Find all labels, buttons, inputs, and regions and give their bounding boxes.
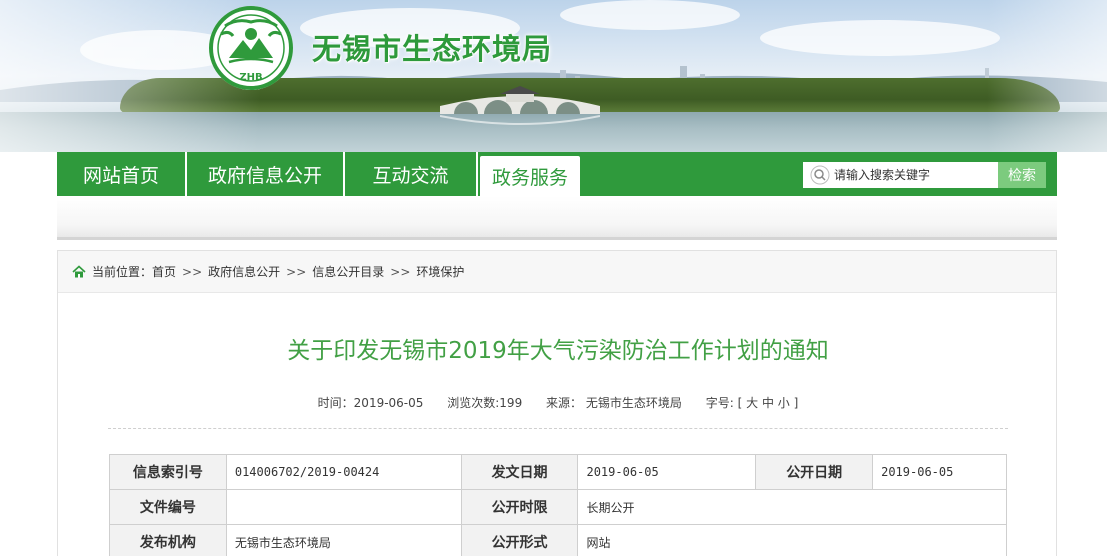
table-label: 公开时限: [460, 489, 579, 525]
info-table: 信息索引号 014006702/2019-00424 发文日期 2019-06-…: [109, 454, 1007, 556]
table-label: 文件编号: [109, 489, 227, 525]
nav-item-services[interactable]: 政务服务: [480, 156, 580, 196]
content-panel: 当前位置： 首页 >> 政府信息公开 >> 信息公开目录 >> 环境保护 关于印…: [57, 250, 1057, 556]
header-banner: [0, 0, 1107, 152]
breadcrumb-link-home[interactable]: 首页: [152, 263, 176, 280]
table-row: 文件编号 公开时限 长期公开: [109, 489, 1007, 525]
search-button[interactable]: 检索: [998, 162, 1046, 188]
table-value: 2019-06-05: [577, 454, 757, 490]
breadcrumb-separator: >>: [182, 264, 203, 279]
divider: [108, 428, 1008, 429]
breadcrumb: 当前位置： 首页 >> 政府信息公开 >> 信息公开目录 >> 环境保护: [58, 251, 1056, 293]
zhb-logo-icon[interactable]: ZHB: [207, 4, 295, 92]
nav-item-home[interactable]: 网站首页: [57, 152, 187, 196]
table-label: 公开形式: [460, 524, 579, 556]
font-size-small-link[interactable]: 小: [778, 396, 790, 410]
meta-source: 来源： 无锡市生态环境局: [546, 396, 682, 410]
article-meta: 时间：2019-06-05 浏览次数:199 来源： 无锡市生态环境局 字号: …: [58, 394, 1058, 411]
breadcrumb-separator: >>: [390, 264, 411, 279]
meta-size-label: 字号:: [705, 396, 734, 410]
bridge-illustration: [440, 86, 600, 125]
meta-views: 浏览次数:199: [447, 396, 522, 410]
table-label: 发布机构: [109, 524, 227, 556]
meta-source-label: 来源：: [546, 396, 583, 410]
nav-item-interaction[interactable]: 互动交流: [345, 152, 478, 196]
search-box: [803, 162, 998, 188]
search-icon: [810, 165, 830, 185]
banner-fade: [987, 0, 1107, 152]
table-row: 信息索引号 014006702/2019-00424 发文日期 2019-06-…: [109, 454, 1007, 490]
meta-source-value: 无锡市生态环境局: [585, 396, 682, 410]
svg-text:ZHB: ZHB: [239, 72, 262, 83]
table-row: 发布机构 无锡市生态环境局 公开形式 网站: [109, 524, 1007, 556]
table-label: 信息索引号: [109, 454, 227, 490]
search-input[interactable]: [834, 168, 994, 182]
banner-cloud: [560, 0, 740, 30]
banner-cloud: [760, 20, 1000, 56]
meta-font-size: 字号: [ 大 中 小 ]: [706, 396, 799, 410]
meta-time: 时间：2019-06-05: [318, 396, 424, 410]
meta-size-bracket: ]: [793, 396, 799, 410]
table-label: 发文日期: [460, 454, 579, 490]
breadcrumb-separator: >>: [286, 264, 307, 279]
sub-nav: [57, 196, 1057, 240]
breadcrumb-link-catalog[interactable]: 信息公开目录: [312, 263, 384, 280]
meta-time-value: 2019-06-05: [353, 396, 424, 410]
meta-views-label: 浏览次数:: [447, 396, 500, 410]
table-value: 网站: [577, 524, 1007, 556]
table-label: 公开日期: [755, 454, 874, 490]
font-size-large-link[interactable]: 大: [746, 396, 758, 410]
table-value: 2019-06-05: [872, 454, 1007, 490]
table-value: 长期公开: [577, 489, 1007, 525]
home-icon: [72, 264, 86, 277]
breadcrumb-link-env[interactable]: 环境保护: [416, 263, 464, 280]
table-value: [225, 489, 462, 525]
nav-item-gov-info[interactable]: 政府信息公开: [187, 152, 345, 196]
meta-views-value: 199: [499, 396, 523, 410]
breadcrumb-prefix: 当前位置：: [92, 265, 153, 279]
meta-size-bracket: [: [737, 396, 743, 410]
table-value: 无锡市生态环境局: [225, 524, 462, 556]
table-value: 014006702/2019-00424: [225, 454, 462, 490]
article-title: 关于印发无锡市2019年大气污染防治工作计划的通知: [287, 338, 829, 364]
site-title[interactable]: 无锡市生态环境局: [312, 26, 552, 68]
font-size-medium-link[interactable]: 中: [762, 396, 774, 410]
breadcrumb-link-gov-info[interactable]: 政府信息公开: [208, 263, 280, 280]
meta-time-label: 时间：: [317, 396, 354, 410]
